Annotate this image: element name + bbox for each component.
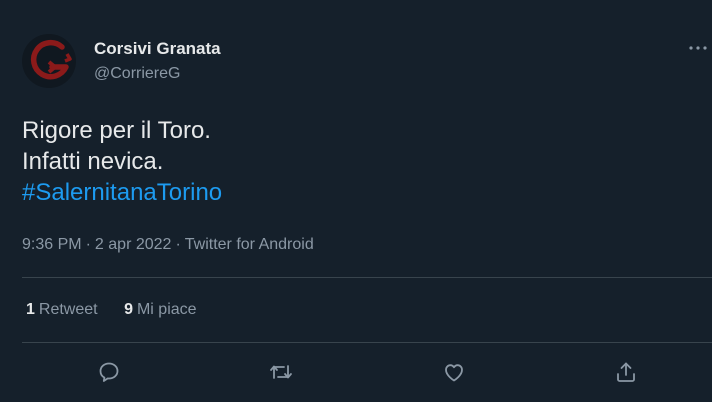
more-icon (689, 46, 707, 50)
reply-icon (99, 362, 119, 382)
likes-count: 9 (124, 301, 133, 318)
retweet-icon (270, 365, 292, 379)
share-button[interactable] (610, 356, 642, 388)
retweets-label: Retweet (38, 301, 98, 318)
avatar[interactable] (22, 34, 76, 88)
user-handle[interactable]: @CorriereG (94, 63, 221, 85)
retweets-stat[interactable]: 1 Retweet (26, 300, 98, 320)
action-bar (22, 356, 712, 388)
tweet-card: Corsivi Granata @CorriereG Rigore per il… (0, 0, 712, 402)
divider (22, 342, 712, 343)
retweets-count: 1 (26, 301, 35, 318)
meta-separator: · (85, 236, 91, 253)
likes-label: Mi piace (136, 301, 197, 318)
display-name[interactable]: Corsivi Granata (94, 38, 221, 60)
tweet-source[interactable]: Twitter for Android (185, 236, 314, 253)
tweet-time[interactable]: 9:36 PM (22, 236, 82, 253)
like-button[interactable] (438, 356, 470, 388)
tweet-meta: 9:36 PM · 2 apr 2022 · Twitter for Android (22, 235, 314, 255)
meta-separator: · (175, 236, 181, 253)
likes-stat[interactable]: 9 Mi piace (124, 300, 196, 320)
tweet-text-line: Infatti nevica. (22, 148, 164, 175)
tweet-text: Rigore per il Toro. Infatti nevica. #Sal… (22, 115, 222, 208)
more-options-button[interactable] (686, 36, 710, 60)
retweet-button[interactable] (265, 356, 297, 388)
divider (22, 277, 712, 278)
share-icon (617, 362, 635, 382)
hashtag-link[interactable]: #SalernitanaTorino (22, 177, 222, 208)
author-block: Corsivi Granata @CorriereG (94, 38, 221, 85)
tweet-stats: 1 Retweet 9 Mi piace (26, 300, 219, 320)
heart-icon (445, 364, 463, 382)
reply-button[interactable] (93, 356, 125, 388)
red-g-logo-icon (30, 39, 72, 80)
tweet-date[interactable]: 2 apr 2022 (95, 236, 172, 253)
tweet-text-line: Rigore per il Toro. (22, 117, 211, 144)
